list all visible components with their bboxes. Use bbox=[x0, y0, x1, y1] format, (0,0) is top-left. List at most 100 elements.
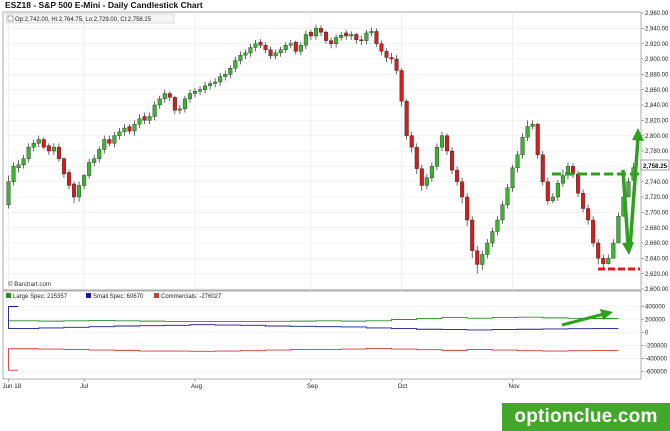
candle-body bbox=[203, 85, 208, 90]
candle-body bbox=[364, 32, 369, 41]
candle-body bbox=[545, 181, 550, 202]
candle-body bbox=[258, 41, 263, 46]
candle-body bbox=[434, 146, 439, 167]
candle-body bbox=[359, 39, 364, 42]
candle bbox=[510, 164, 515, 192]
candle-body bbox=[550, 196, 555, 202]
candle-body bbox=[288, 43, 293, 46]
candle-body bbox=[87, 162, 92, 176]
legend-swatch-small-spec bbox=[86, 293, 91, 298]
candle-body bbox=[576, 173, 581, 194]
candle-body bbox=[26, 146, 31, 159]
candle-body bbox=[616, 215, 621, 244]
candle bbox=[545, 177, 550, 205]
legend-large-spec: Large Spec: 215357 bbox=[13, 294, 68, 300]
candle-body bbox=[444, 135, 450, 152]
price-tick-label: 2,820.00 bbox=[645, 119, 669, 125]
candle-body bbox=[107, 139, 112, 144]
legend-swatch-commercials bbox=[154, 293, 159, 298]
candle-body bbox=[177, 108, 182, 111]
candle-body bbox=[132, 123, 137, 132]
candle-body bbox=[263, 45, 268, 51]
cot-legend: Large Spec: 215357 Small Spec: 60670 Com… bbox=[6, 293, 222, 300]
candle bbox=[591, 216, 596, 247]
candle-body bbox=[82, 175, 87, 186]
candle-body bbox=[61, 158, 66, 175]
price-tick-label: 2,640.00 bbox=[645, 257, 669, 263]
candle-body bbox=[354, 34, 359, 41]
candle-body bbox=[72, 183, 77, 198]
cot-panel bbox=[2, 290, 642, 380]
price-tick-label: 2,860.00 bbox=[645, 88, 669, 94]
candle-body bbox=[102, 139, 107, 150]
candle-body bbox=[11, 166, 16, 182]
candle-body bbox=[339, 35, 344, 38]
candle-body bbox=[500, 204, 505, 221]
candle-body bbox=[66, 172, 72, 186]
candle-body bbox=[187, 93, 192, 100]
candle-body bbox=[344, 32, 349, 37]
candle-body bbox=[379, 43, 384, 52]
candle-body bbox=[6, 181, 11, 205]
candle-body bbox=[243, 52, 248, 56]
candle-body bbox=[162, 93, 167, 100]
candle-body bbox=[404, 100, 409, 136]
candle-body bbox=[394, 58, 399, 71]
price-tick-label: 2,620.00 bbox=[645, 272, 669, 278]
candle-body bbox=[419, 168, 424, 186]
candle-body bbox=[41, 139, 46, 148]
candle-body bbox=[470, 219, 475, 251]
candle-body bbox=[490, 231, 495, 244]
candle-body bbox=[455, 169, 460, 182]
candle-body bbox=[92, 158, 97, 163]
ohlc-legend-swatch bbox=[7, 15, 14, 22]
candle bbox=[399, 68, 404, 107]
candle-body bbox=[460, 181, 465, 198]
candle-body bbox=[192, 90, 198, 94]
candle-body bbox=[213, 81, 218, 84]
candle-body bbox=[465, 196, 470, 221]
candle-body bbox=[157, 98, 162, 106]
candle-body bbox=[51, 146, 56, 152]
candlestick-chart: ESZ18 - S&P 500 E-Mini - Daily Candlesti… bbox=[0, 0, 670, 431]
x-tick-label: Sep bbox=[307, 383, 319, 390]
legend-small-spec: Small Spec: 60670 bbox=[93, 294, 144, 300]
candle bbox=[434, 143, 439, 171]
candle-body bbox=[167, 93, 172, 98]
price-tick-label: 2,960.00 bbox=[645, 11, 669, 17]
candle-body bbox=[122, 127, 127, 133]
candle-body bbox=[117, 131, 122, 136]
candle-body bbox=[152, 104, 157, 117]
candle-body bbox=[147, 116, 152, 121]
candle bbox=[616, 212, 621, 244]
candle-body bbox=[581, 192, 586, 209]
candle-body bbox=[198, 89, 203, 92]
candle-body bbox=[283, 45, 288, 51]
candle-body bbox=[480, 254, 485, 265]
candle-body bbox=[36, 139, 41, 144]
candle-body bbox=[21, 158, 26, 166]
candle-body bbox=[238, 54, 243, 61]
candle-body bbox=[505, 187, 510, 205]
candle-body bbox=[535, 123, 540, 156]
candle-body bbox=[591, 219, 596, 244]
candle-body bbox=[127, 126, 132, 132]
candle-body bbox=[253, 43, 258, 48]
candle-body bbox=[46, 145, 51, 152]
candle bbox=[505, 183, 510, 209]
candle-body bbox=[606, 258, 611, 264]
candle-body bbox=[439, 135, 444, 148]
candle-body bbox=[182, 98, 187, 110]
candle-body bbox=[540, 154, 545, 182]
candle-body bbox=[485, 242, 490, 255]
candle-body bbox=[324, 31, 329, 41]
candle-body bbox=[77, 185, 82, 198]
x-tick-label: Jul bbox=[80, 383, 88, 390]
watermark: optionclue.com bbox=[502, 403, 670, 431]
candle-body bbox=[56, 146, 61, 159]
candle bbox=[540, 151, 545, 186]
candle-body bbox=[520, 136, 525, 156]
candle-body bbox=[349, 34, 354, 37]
candle-body bbox=[374, 31, 379, 44]
candle-body bbox=[525, 126, 530, 138]
